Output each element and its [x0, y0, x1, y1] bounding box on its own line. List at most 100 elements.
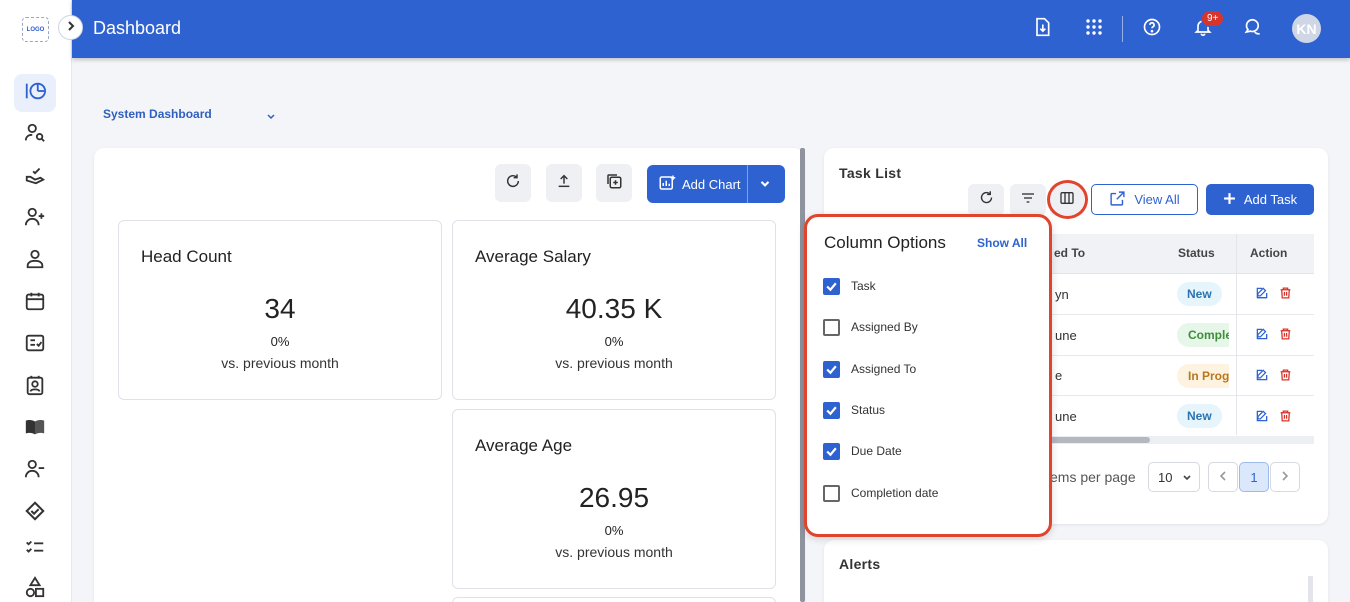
sidebar-item-user-search[interactable]: [14, 116, 56, 154]
task-filter-button[interactable]: [1010, 184, 1046, 216]
page-button-current[interactable]: 1: [1239, 462, 1269, 492]
add-chart-button[interactable]: Add Chart: [647, 165, 785, 203]
sidebar-item-remove-user[interactable]: [14, 452, 56, 490]
column-option-completion-date[interactable]: Completion date: [823, 484, 938, 502]
sidebar-item-add-user[interactable]: [14, 200, 56, 238]
header-divider: [1122, 16, 1123, 42]
upload-icon: [556, 173, 572, 194]
horizontal-scrollbar-thumb[interactable]: [1050, 437, 1150, 443]
sidebar-item-user[interactable]: [14, 242, 56, 280]
column-header-assigned-to: ed To: [1054, 246, 1086, 260]
checkbox-checked-icon[interactable]: [823, 277, 840, 295]
dashboard-pie-icon: [24, 80, 46, 107]
delete-icon[interactable]: [1279, 409, 1292, 428]
chevron-down-icon[interactable]: [265, 109, 277, 127]
column-option-assigned-to[interactable]: Assigned To: [823, 360, 916, 378]
sidebar-item-dashboard[interactable]: [14, 74, 56, 112]
top-header: Dashboard 9+ KN: [72, 0, 1350, 58]
sidebar: LOGO: [0, 0, 72, 602]
refresh-button[interactable]: [495, 164, 531, 202]
edit-icon[interactable]: [1255, 327, 1269, 346]
user-icon: [24, 248, 46, 275]
download-doc-icon: [1032, 17, 1052, 42]
row-actions: [1255, 409, 1292, 428]
stat-change: 0%: [604, 334, 624, 349]
sidebar-toggle-button[interactable]: [58, 15, 83, 40]
status-badge: In Progre: [1177, 364, 1229, 388]
help-button[interactable]: [1140, 17, 1164, 41]
show-all-button[interactable]: Show All: [977, 236, 1027, 250]
row-actions: [1255, 327, 1292, 346]
stat-value: 40.35 K: [565, 293, 663, 324]
column-option-label: Completion date: [851, 486, 939, 500]
chevron-down-icon[interactable]: [758, 176, 772, 193]
edit-icon[interactable]: [1255, 286, 1269, 305]
stat-value: 34: [264, 293, 296, 324]
chat-button[interactable]: [1241, 17, 1265, 41]
sidebar-item-calendar[interactable]: [14, 284, 56, 322]
status-badge: New: [1177, 282, 1222, 306]
items-per-page-label: ems per page: [1050, 469, 1136, 485]
sidebar-item-handshake[interactable]: [14, 494, 56, 532]
stat-card-head-count: Head Count 34 0% vs. previous month: [118, 220, 442, 400]
sidebar-item-shapes[interactable]: [14, 570, 56, 602]
sidebar-item-checklist[interactable]: [14, 326, 56, 364]
apps-grid-button[interactable]: [1082, 17, 1106, 41]
add-task-label: Add Task: [1243, 192, 1298, 207]
alerts-title: Alerts: [839, 556, 881, 572]
stat-change: 0%: [604, 523, 624, 538]
items-per-page-select[interactable]: 10: [1148, 462, 1200, 492]
stat-caption: vs. previous month: [555, 355, 673, 371]
row-actions: [1255, 286, 1292, 305]
duplicate-button[interactable]: [596, 164, 632, 202]
contact-card-icon: [24, 374, 46, 401]
delete-icon[interactable]: [1279, 327, 1292, 346]
next-page-button[interactable]: [1270, 462, 1300, 492]
add-task-button[interactable]: Add Task: [1206, 184, 1314, 215]
edit-icon[interactable]: [1255, 368, 1269, 387]
edit-icon[interactable]: [1255, 409, 1269, 428]
column-header-status: Status: [1178, 246, 1215, 260]
column-option-due-date[interactable]: Due Date: [823, 442, 902, 460]
dashboard-select[interactable]: System Dashboard: [103, 107, 212, 121]
checkbox-checked-icon[interactable]: [823, 360, 840, 378]
column-option-task[interactable]: Task: [823, 277, 876, 295]
checkbox-checked-icon[interactable]: [823, 401, 840, 419]
sidebar-item-book[interactable]: [14, 410, 56, 448]
column-option-assigned-by[interactable]: Assigned By: [823, 318, 918, 336]
calendar-icon: [24, 290, 46, 317]
delete-icon[interactable]: [1279, 368, 1292, 387]
status-badge: Complet: [1177, 323, 1229, 347]
shapes-icon: [24, 575, 46, 602]
download-doc-button[interactable]: [1030, 17, 1054, 41]
sidebar-item-contacts[interactable]: [14, 368, 56, 406]
stat-change: 0%: [270, 334, 290, 349]
view-all-button[interactable]: View All: [1091, 184, 1198, 215]
user-avatar[interactable]: KN: [1292, 14, 1321, 43]
prev-page-button[interactable]: [1208, 462, 1238, 492]
checkbox-checked-icon[interactable]: [823, 442, 840, 460]
cell-assigned-to: e: [1055, 368, 1063, 383]
task-refresh-button[interactable]: [968, 184, 1004, 216]
chat-bubbles-icon: [1243, 17, 1263, 42]
help-icon: [1142, 17, 1162, 42]
chevron-right-icon: [1279, 470, 1291, 485]
upload-button[interactable]: [546, 164, 582, 202]
delete-icon[interactable]: [1279, 286, 1292, 305]
user-search-icon: [24, 122, 46, 149]
sidebar-item-tasks[interactable]: [14, 530, 56, 568]
handshake-icon: [24, 500, 46, 527]
items-per-page-value: 10: [1158, 469, 1173, 485]
stat-title: Head Count: [141, 247, 232, 266]
task-list-title: Task List: [839, 165, 902, 181]
checkbox-unchecked-icon[interactable]: [823, 484, 840, 502]
plus-icon: [1223, 192, 1236, 208]
sidebar-item-hand[interactable]: [14, 158, 56, 196]
checkbox-unchecked-icon[interactable]: [823, 318, 840, 336]
stat-caption: vs. previous month: [555, 544, 673, 560]
column-option-status[interactable]: Status: [823, 401, 885, 419]
stat-title: Average Salary: [475, 247, 591, 266]
cell-assigned-to: yn: [1055, 287, 1069, 302]
alerts-scrollbar[interactable]: [1308, 576, 1313, 602]
add-user-icon: [24, 206, 46, 233]
